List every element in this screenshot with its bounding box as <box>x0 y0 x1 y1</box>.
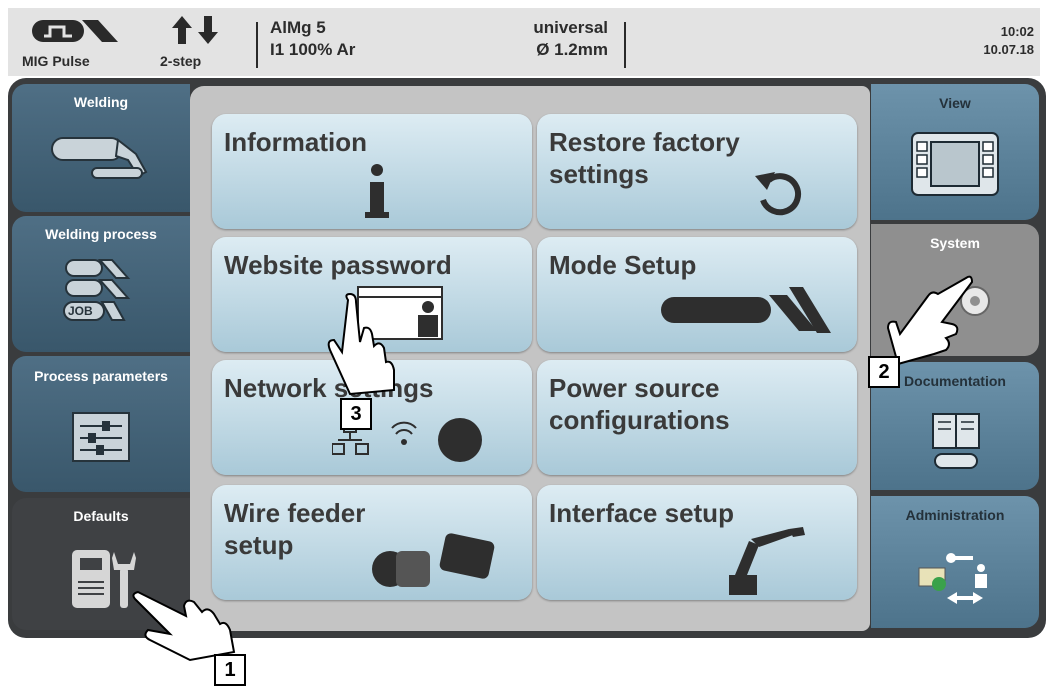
callout-3: 3 <box>340 398 372 430</box>
callout-2: 2 <box>868 356 900 388</box>
trigger-mode-label: 2-step <box>160 53 202 69</box>
wire-diameter-label: Ø 1.2mm <box>536 40 608 59</box>
tab-label: Process parameters <box>34 368 168 384</box>
tab-welding[interactable]: Welding <box>12 84 190 212</box>
tile-restore-factory-settings[interactable]: Restore factory settings <box>537 114 857 229</box>
tile-mode-setup[interactable]: Mode Setup <box>537 237 857 352</box>
tile-wire-feeder-setup[interactable]: Wire feeder setup <box>212 485 532 600</box>
gas-label: I1 100% Ar <box>270 40 356 59</box>
tab-label: Administration <box>905 507 1005 523</box>
characteristic-label: universal <box>533 18 608 37</box>
mig-pulse-icon <box>32 20 118 42</box>
hand-pointer-icon <box>327 292 395 396</box>
process-mode-label: MIG Pulse <box>22 53 90 69</box>
documentation-book-icon <box>932 413 980 469</box>
sliders-icon <box>72 412 130 462</box>
tab-label: System <box>930 235 980 251</box>
tab-label: View <box>939 95 971 111</box>
tab-label: Welding <box>73 94 129 110</box>
job-label: JOB <box>68 304 93 318</box>
tab-process-parameters[interactable]: Process parameters <box>12 356 190 492</box>
callout-1: 1 <box>214 654 246 686</box>
up-down-arrows-icon <box>172 16 218 44</box>
restore-icon <box>755 172 801 216</box>
info-icon <box>365 164 389 218</box>
tile-information[interactable]: Information <box>212 114 532 229</box>
display-view-icon <box>911 132 999 196</box>
material-label: AlMg 5 <box>270 18 326 37</box>
tile-label: Website password <box>224 250 452 280</box>
wire-feeder-icon <box>372 533 495 587</box>
clock-date: 10.07.18 <box>983 42 1034 57</box>
tab-view[interactable]: View <box>871 84 1039 220</box>
tab-label: Welding process <box>45 226 157 242</box>
tile-interface-setup[interactable]: Interface setup <box>537 485 857 600</box>
tab-welding-process[interactable]: Welding process JOB <box>12 216 190 352</box>
tab-label: Defaults <box>73 508 129 524</box>
torch-icon <box>661 287 831 333</box>
status-separator <box>624 22 626 68</box>
tab-administration[interactable]: Administration <box>871 496 1039 628</box>
status-bar: MIG Pulse 2-step AlMg 5 I1 100% Ar unive… <box>8 8 1040 76</box>
tile-label: Information <box>224 127 367 157</box>
tile-power-source-configurations[interactable]: Power source configurations <box>537 360 857 475</box>
welding-torch-icon <box>51 137 148 179</box>
status-separator <box>256 22 258 68</box>
tile-label: Power source configurations <box>549 373 730 435</box>
tile-label: Interface setup <box>549 498 734 528</box>
administration-icon <box>918 553 987 604</box>
tile-label: Mode Setup <box>549 250 697 280</box>
robot-arm-icon <box>729 527 805 595</box>
clock-time: 10:02 <box>1000 24 1034 39</box>
hand-pointer-icon <box>886 275 974 366</box>
